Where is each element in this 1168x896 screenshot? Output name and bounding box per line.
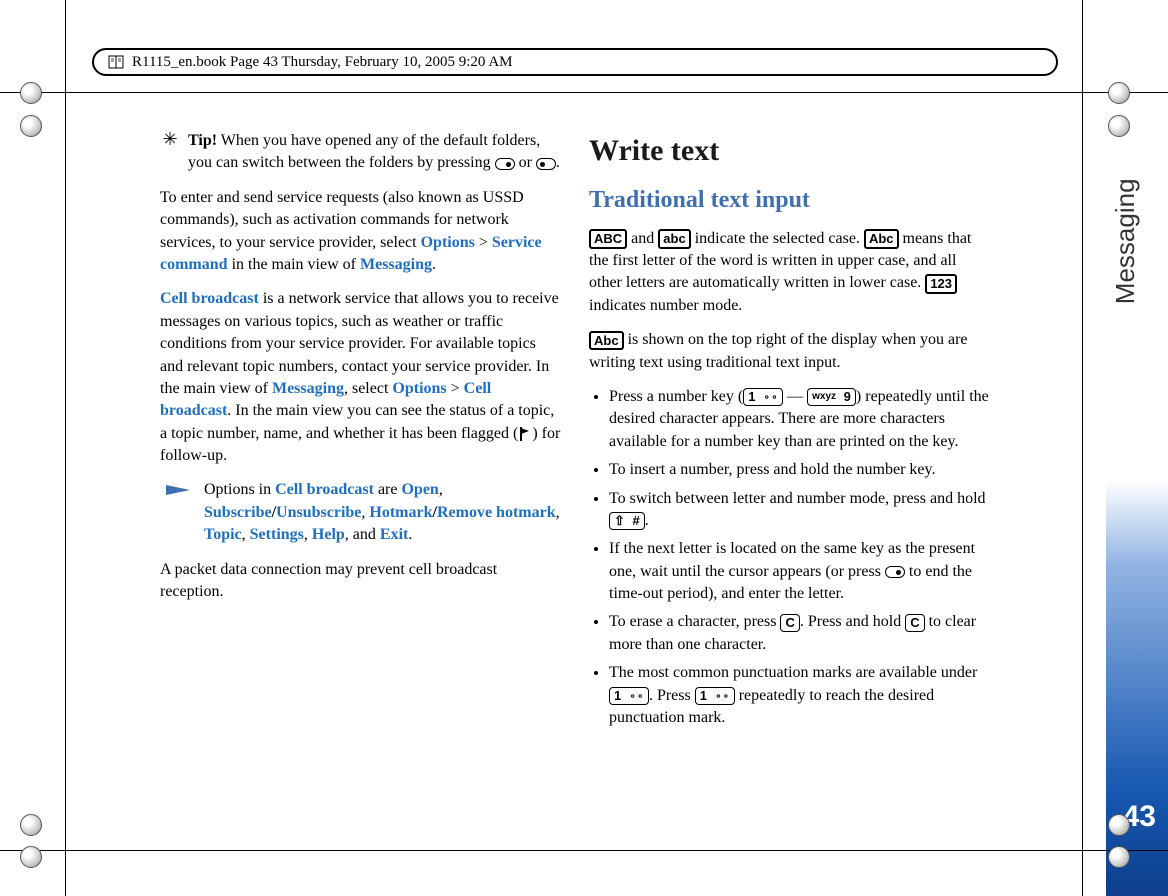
right-column: Write text Traditional text input ABC an… [589,130,990,735]
link-topic: Topic [204,526,242,543]
running-header: R1115_en.book Page 43 Thursday, February… [92,48,1058,76]
hash-key-icon: ⇧ # [609,512,645,530]
crop-line-top [0,92,1168,93]
key-1-icon: 1 ⚬⚬ [743,388,783,406]
left-column: ✳ Tip! When you have opened any of the d… [160,130,561,735]
tip-text-b: or [515,154,536,171]
link-exit: Exit [380,526,408,543]
tip-block: ✳ Tip! When you have opened any of the d… [160,130,561,175]
link-messaging: Messaging [360,256,432,273]
scroll-right-icon-2 [885,566,905,578]
section-label: Messaging [1107,218,1143,304]
case-title-icon: Abc [864,229,899,249]
para-case-indicators: ABC and abc indicate the selected case. … [589,228,990,318]
number-mode-icon: 123 [925,274,957,294]
crop-line-right [1082,0,1083,896]
crop-circle [1108,115,1130,137]
book-icon [108,54,124,70]
tip-label: Tip! [188,132,217,149]
key-1-icon-2: 1 ⚬⚬ [609,687,649,705]
bullet-next-letter: If the next letter is located on the sam… [609,538,990,605]
clear-key-icon-2: C [905,614,924,632]
bullet-punctuation: The most common punctuation marks are av… [609,662,990,729]
clear-key-icon: C [780,614,799,632]
bullet-press-key: Press a number key (1 ⚬⚬ — wxyz 9) repea… [609,386,990,453]
traditional-mode-icon: Abc [589,331,624,351]
link-hotmark: Hotmark [369,504,432,521]
bullet-erase: To erase a character, press C. Press and… [609,611,990,656]
options-note: Options in Cell broadcast are Open, Subs… [160,479,561,546]
bullet-list: Press a number key (1 ⚬⚬ — wxyz 9) repea… [589,386,990,729]
link-subscribe: Subscribe [204,504,272,521]
bullet-switch-mode: To switch between letter and number mode… [609,488,990,533]
case-lower-icon: abc [658,229,690,249]
flag-icon [518,425,532,442]
para-cell-broadcast: Cell broadcast is a network service that… [160,288,561,467]
tip-icon: ✳ [160,130,180,175]
link-cell-broadcast: Cell broadcast [160,290,259,307]
key-9-icon: wxyz 9 [807,388,856,406]
link-settings: Settings [250,526,304,543]
crop-circle [1108,82,1130,104]
para-traditional-indicator: Abc is shown on the top right of the dis… [589,329,990,374]
scroll-left-icon [536,158,556,170]
crop-circle [1108,814,1130,836]
crop-circle [1108,846,1130,868]
crop-circle [20,115,42,137]
key-1-icon-3: 1 ⚬⚬ [695,687,735,705]
crop-line-bottom [0,850,1168,851]
heading-traditional: Traditional text input [589,184,990,218]
link-remove-hotmark: Remove hotmark [437,504,556,521]
link-options-2: Options [392,380,446,397]
crop-circle [20,82,42,104]
bullet-insert-number: To insert a number, press and hold the n… [609,459,990,481]
para-packet-data: A packet data connection may prevent cel… [160,559,561,604]
tip-text-a: When you have opened any of the default … [188,132,540,171]
crop-circle [20,846,42,868]
para-service-cmd: To enter and send service requests (also… [160,187,561,277]
link-help: Help [312,526,345,543]
link-unsubscribe: Unsubscribe [276,504,361,521]
scroll-right-icon [495,158,515,170]
link-messaging-2: Messaging [272,380,344,397]
heading-write-text: Write text [589,130,990,172]
running-header-text: R1115_en.book Page 43 Thursday, February… [132,52,513,73]
note-triangle-icon [166,483,194,497]
link-open: Open [401,481,438,498]
link-options: Options [421,234,475,251]
crop-circle [20,814,42,836]
case-upper-icon: ABC [589,229,627,249]
crop-line-left [65,0,66,896]
